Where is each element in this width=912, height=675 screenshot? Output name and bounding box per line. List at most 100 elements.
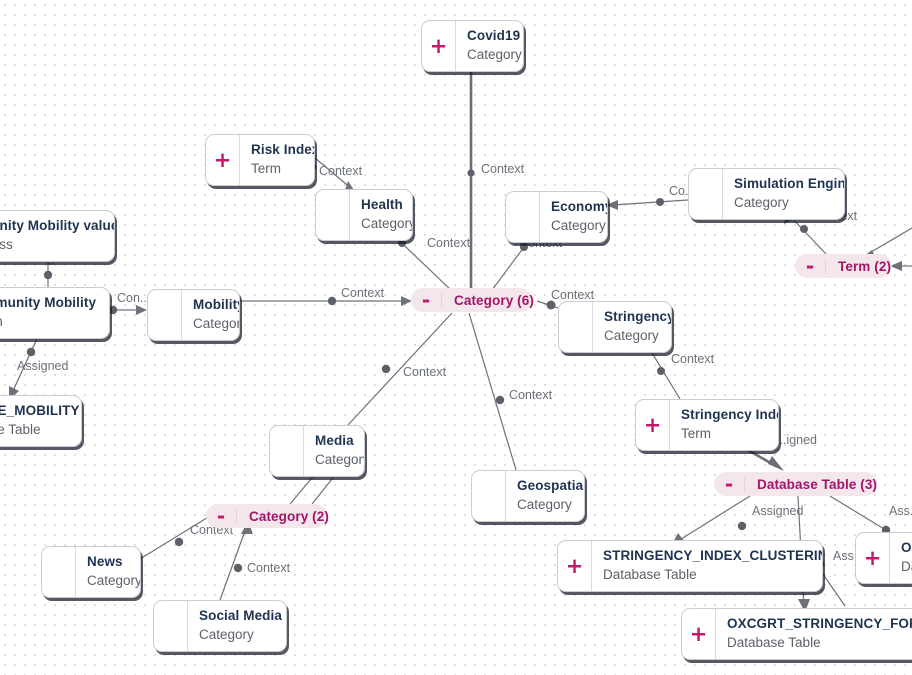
graph-node-mobility[interactable]: Mobility Category bbox=[147, 289, 240, 342]
node-body: OXC... Dat... bbox=[890, 533, 912, 583]
node-title: OXCGRT_STRINGENCY_FOR_PR bbox=[727, 616, 912, 631]
edge-label: Con... bbox=[117, 291, 151, 305]
edge-label: Context bbox=[427, 236, 471, 250]
edge-dot bbox=[43, 270, 53, 280]
node-title: STRINGENCY_INDEX_CLUSTERING bbox=[603, 548, 822, 563]
group-label: Term (2) bbox=[838, 258, 892, 274]
graph-node-str_idx_clust[interactable]: + STRINGENCY_INDEX_CLUSTERING Database Tab… bbox=[557, 540, 823, 593]
arrowhead-mobility bbox=[136, 305, 147, 315]
collapsed-group-category6[interactable]: - Category (6) bbox=[411, 288, 534, 312]
edge-label: Ass... bbox=[889, 504, 912, 518]
node-subtitle: ...ss bbox=[0, 236, 13, 252]
edge-label: Context bbox=[551, 288, 595, 302]
edge-label: Context bbox=[247, 561, 291, 575]
graph-canvas[interactable]: + Covid19 Category + Risk Index Term Health Cat… bbox=[0, 0, 912, 675]
collapse-minus-icon[interactable]: - bbox=[795, 256, 826, 276]
node-title: Health bbox=[361, 197, 403, 212]
graph-node-stringency_idx[interactable]: + Stringency Index Term bbox=[635, 399, 779, 452]
node-body: Mobility Category bbox=[182, 290, 239, 340]
edge-category2-up[interactable] bbox=[311, 473, 337, 505]
graph-node-news[interactable]: News Category bbox=[41, 546, 141, 599]
node-subtitle: Dat... bbox=[901, 558, 912, 574]
graph-node-sim_engine[interactable]: Simulation Engine Category bbox=[688, 168, 845, 221]
node-body: Simulation Engine Category bbox=[723, 169, 844, 219]
graph-node-comm_mob_value[interactable]: ...nity Mobility value ...ss bbox=[0, 210, 115, 263]
node-body: News Category bbox=[76, 547, 140, 597]
graph-node-comm_mobility[interactable]: ...munity Mobility ...n bbox=[0, 287, 110, 340]
edge-dot bbox=[467, 169, 475, 177]
node-subtitle: Category bbox=[467, 46, 522, 62]
edge-label: Context bbox=[341, 286, 385, 300]
node-subtitle: Category bbox=[193, 315, 239, 331]
node-subtitle: Category bbox=[604, 327, 659, 343]
expand-plus-icon[interactable]: + bbox=[558, 541, 592, 592]
group-label: Category (6) bbox=[454, 292, 534, 308]
graph-node-stringency[interactable]: Stringency Category bbox=[558, 301, 672, 354]
graph-node-oxcgrt_bottom[interactable]: + OXCGRT_STRINGENCY_FOR_PR Database Table bbox=[681, 608, 912, 661]
edge-simengine-economy[interactable] bbox=[612, 199, 689, 206]
edge-dot bbox=[737, 521, 747, 531]
edge-dot bbox=[108, 305, 118, 315]
collapse-minus-icon[interactable]: - bbox=[206, 506, 237, 526]
node-title: Economy bbox=[551, 199, 607, 214]
graph-node-geospatial[interactable]: Geospatial Category bbox=[471, 470, 585, 523]
expand-plus-icon[interactable]: + bbox=[422, 21, 456, 72]
node-subtitle: Category bbox=[361, 215, 412, 231]
node-subtitle: Term bbox=[681, 425, 711, 441]
node-title: Social Media bbox=[199, 608, 282, 623]
node-icon-slot-empty bbox=[316, 190, 350, 241]
node-title: OXC... bbox=[901, 540, 912, 555]
graph-node-social_media[interactable]: Social Media Category bbox=[153, 600, 287, 653]
edge-dot bbox=[381, 364, 391, 374]
edge-dot bbox=[800, 225, 808, 233]
edge-label: Context bbox=[319, 164, 363, 178]
collapsed-group-category2[interactable]: - Category (2) bbox=[206, 504, 329, 528]
collapsed-group-dbtable3[interactable]: - Database Table (3) bbox=[714, 472, 877, 496]
node-title: Stringency Index bbox=[681, 407, 778, 422]
edge-label: ...igned bbox=[776, 433, 818, 447]
edge-label: Assigned bbox=[752, 504, 804, 518]
node-title: Media bbox=[315, 433, 354, 448]
expand-plus-icon[interactable]: + bbox=[206, 135, 240, 186]
graph-node-media[interactable]: Media Category bbox=[269, 425, 365, 478]
graph-node-table_mobility[interactable]: ...E_MOBILITY ...e Table bbox=[0, 395, 82, 448]
edge-dbtable3-clustering[interactable] bbox=[677, 495, 751, 542]
graph-node-economy[interactable]: Economy Category bbox=[505, 191, 608, 244]
node-icon-slot-empty bbox=[472, 471, 506, 522]
node-body: ...E_MOBILITY ...e Table bbox=[0, 396, 81, 446]
graph-node-risk_index[interactable]: + Risk Index Term bbox=[205, 134, 315, 187]
node-title: ...nity Mobility value bbox=[0, 218, 114, 233]
edge-offscreen2-term2[interactable] bbox=[865, 227, 912, 256]
group-label: Category (2) bbox=[249, 508, 329, 524]
edge-label: Assigned bbox=[17, 359, 69, 373]
collapse-minus-icon[interactable]: - bbox=[714, 474, 745, 494]
edge-dot bbox=[657, 367, 665, 375]
node-title: Geospatial bbox=[517, 478, 584, 493]
graph-node-oxcgrt_right[interactable]: + OXC... Dat... bbox=[855, 532, 912, 585]
node-body: Stringency Category bbox=[593, 302, 671, 352]
collapse-minus-icon[interactable]: - bbox=[411, 290, 442, 310]
arrowhead-dbtable3 bbox=[768, 456, 784, 471]
node-title: ...munity Mobility bbox=[0, 295, 97, 310]
node-icon-slot-empty bbox=[148, 290, 182, 341]
node-body: ...munity Mobility ...n bbox=[0, 288, 109, 338]
graph-node-covid19[interactable]: + Covid19 Category bbox=[421, 20, 524, 73]
edge-dot bbox=[327, 296, 337, 306]
expand-plus-icon[interactable]: + bbox=[682, 609, 716, 660]
graph-node-health[interactable]: Health Category bbox=[315, 189, 413, 242]
edge-dot bbox=[656, 198, 664, 206]
node-body: Stringency Index Term bbox=[670, 400, 778, 450]
expand-plus-icon[interactable]: + bbox=[636, 400, 670, 451]
node-subtitle: Category bbox=[551, 217, 606, 233]
group-label: Database Table (3) bbox=[757, 476, 878, 492]
edge-dot bbox=[174, 537, 184, 547]
node-body: Covid19 Category bbox=[456, 21, 523, 71]
expand-plus-icon[interactable]: + bbox=[856, 533, 890, 584]
collapsed-group-term2[interactable]: - Term (2) bbox=[795, 254, 892, 278]
edge-label: Context bbox=[671, 352, 715, 366]
edge-label: Context bbox=[481, 162, 525, 176]
node-body: OXCGRT_STRINGENCY_FOR_PR Database Table bbox=[716, 609, 912, 659]
edge-socialmedia-category2[interactable] bbox=[219, 527, 247, 601]
edge-dot bbox=[495, 395, 505, 405]
node-subtitle: Category bbox=[517, 496, 572, 512]
